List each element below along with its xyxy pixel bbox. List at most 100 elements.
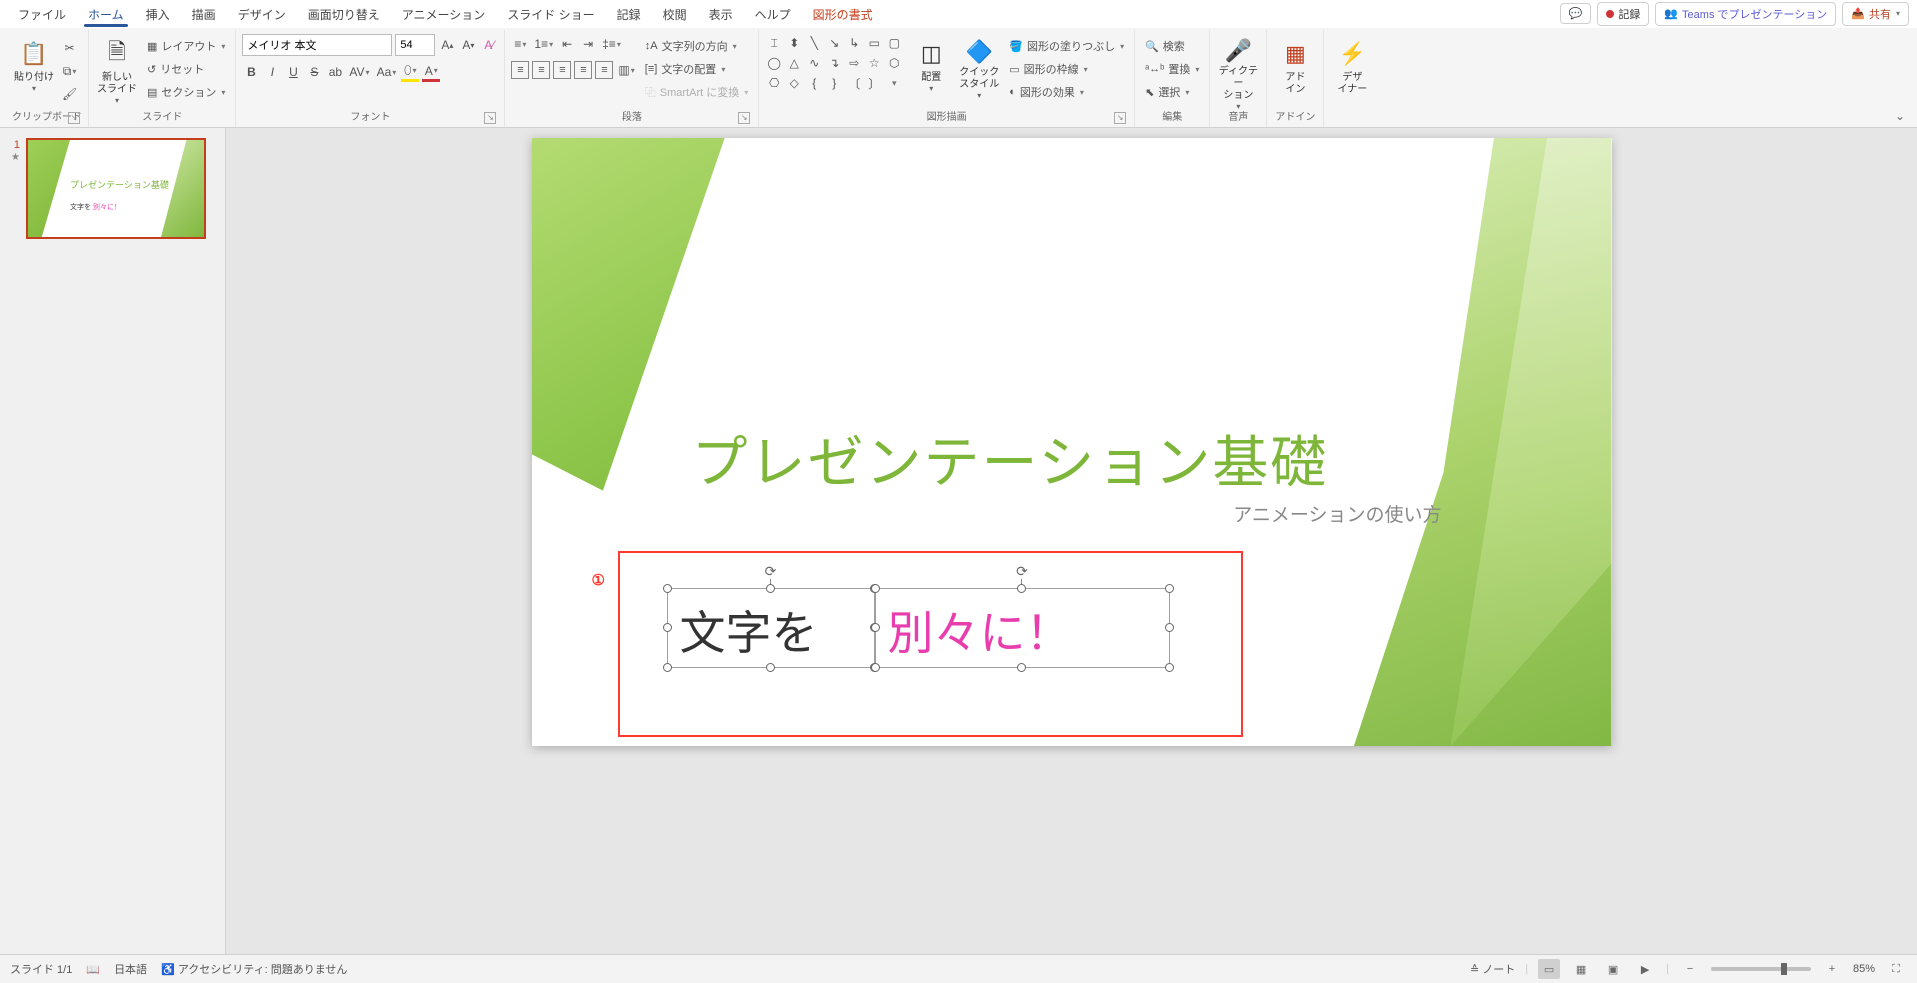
copy-button[interactable]: ⧉▾ (60, 61, 79, 81)
strike-button[interactable]: S (305, 62, 323, 82)
dictate-button[interactable]: 🎤 ディクテー ション ▾ (1216, 34, 1260, 104)
slide-subtitle[interactable]: アニメーションの使い方 (1233, 500, 1441, 527)
char-spacing-button[interactable]: AV▾ (347, 62, 371, 82)
shapes-gallery[interactable]: ⌶ ⬍ ╲ ↘ ↳ ▭ ▢ ◯ △ ∿ ↴ ⇨ ☆ ⬡ ⎔ ◇ { } 〔 〕 (765, 34, 905, 92)
shape-effects-button[interactable]: ◐図形の効果▾ (1005, 82, 1128, 102)
quick-styles-button[interactable]: 🔷 クイック スタイル ▾ (957, 34, 1001, 104)
slide-thumbnail-1[interactable]: プレゼンテーション基礎 文字を 別々に！ (26, 138, 206, 239)
spellcheck-icon[interactable]: 📖 (86, 963, 100, 976)
present-teams-button[interactable]: 👥Teams でプレゼンテーション (1655, 2, 1836, 26)
shape-callout1-icon[interactable]: ⎔ (765, 74, 783, 92)
record-button[interactable]: 記録 (1597, 2, 1649, 26)
shape-outline-button[interactable]: ▭図形の枠線▾ (1005, 59, 1128, 79)
zoom-slider[interactable] (1711, 967, 1811, 971)
tab-view[interactable]: 表示 (699, 1, 743, 27)
tab-home[interactable]: ホーム (78, 1, 134, 27)
resize-handle[interactable] (871, 584, 880, 593)
change-case-button[interactable]: Aa▾ (375, 62, 399, 82)
reset-button[interactable]: ↺リセット (143, 59, 229, 79)
notes-button[interactable]: ≙ ノート (1470, 961, 1515, 977)
shape-triangle-icon[interactable]: △ (785, 54, 803, 72)
zoom-level[interactable]: 85% (1853, 963, 1875, 975)
slide-title[interactable]: プレゼンテーション基礎 (692, 418, 1329, 499)
text-shape-1[interactable]: ⟳ 文字を (667, 588, 875, 668)
align-center-button[interactable]: ≡ (532, 61, 550, 79)
tab-review[interactable]: 校閲 (653, 1, 697, 27)
shadow-button[interactable]: ab (326, 62, 344, 82)
cut-button[interactable]: ✂ (60, 38, 79, 58)
normal-view-button[interactable]: ▭ (1538, 959, 1560, 979)
fit-to-window-button[interactable]: ⛶ (1885, 959, 1907, 979)
shape-textbox-icon[interactable]: ⌶ (765, 34, 783, 52)
arrange-button[interactable]: ◫ 配置 ▾ (909, 34, 953, 104)
tab-design[interactable]: デザイン (228, 1, 296, 27)
shape-paren2-icon[interactable]: 〕 (865, 74, 883, 92)
section-button[interactable]: ▤セクション▾ (143, 82, 229, 102)
shape-callout2-icon[interactable]: ◇ (785, 74, 803, 92)
italic-button[interactable]: I (263, 62, 281, 82)
shape-brace1-icon[interactable]: { (805, 74, 823, 92)
align-right-button[interactable]: ≡ (553, 61, 571, 79)
zoom-in-button[interactable]: + (1821, 959, 1843, 979)
indent-button[interactable]: ⇥ (579, 34, 597, 54)
slide[interactable]: プレゼンテーション基礎 アニメーションの使い方 ① ⟳ 文字を ⟳ 別々に！ (532, 138, 1612, 746)
find-button[interactable]: 🔍検索 (1141, 36, 1203, 56)
shape-hex-icon[interactable]: ⬡ (885, 54, 903, 72)
increase-font-button[interactable]: A▴ (438, 35, 456, 55)
shape-arrow-icon[interactable]: ⇨ (845, 54, 863, 72)
justify-button[interactable]: ≡ (574, 61, 592, 79)
underline-button[interactable]: U (284, 62, 302, 82)
drawing-dialog-launcher[interactable]: ↘ (1114, 112, 1126, 124)
tab-shape-format[interactable]: 図形の書式 (803, 1, 883, 27)
resize-handle[interactable] (1017, 663, 1026, 672)
resize-handle[interactable] (1165, 584, 1174, 593)
tab-insert[interactable]: 挿入 (136, 1, 180, 27)
tab-draw[interactable]: 描画 (182, 1, 226, 27)
text-align-v-button[interactable]: [≡]文字の配置▾ (641, 59, 752, 79)
font-dialog-launcher[interactable]: ↘ (484, 112, 496, 124)
slide-thumbnails-panel[interactable]: 1 ★ プレゼンテーション基礎 文字を 別々に！ (0, 128, 226, 954)
shape-vtext-icon[interactable]: ⬍ (785, 34, 803, 52)
comments-button[interactable]: 💬 (1560, 3, 1592, 24)
font-name-select[interactable] (242, 34, 392, 56)
accessibility-status[interactable]: ♿ アクセシビリティ: 問題ありません (161, 961, 347, 977)
designer-button[interactable]: ⚡ デザ イナー (1330, 34, 1374, 104)
outdent-button[interactable]: ⇤ (558, 34, 576, 54)
resize-handle[interactable] (663, 584, 672, 593)
tab-slideshow[interactable]: スライド ショー (497, 1, 604, 27)
columns-button[interactable]: ▥▾ (616, 60, 636, 80)
addins-button[interactable]: ▦ アド イン (1273, 34, 1317, 104)
paragraph-dialog-launcher[interactable]: ↘ (738, 112, 750, 124)
resize-handle[interactable] (871, 663, 880, 672)
align-left-button[interactable]: ≡ (511, 61, 529, 79)
shape-roundrect-icon[interactable]: ▢ (885, 34, 903, 52)
resize-handle[interactable] (766, 663, 775, 672)
text-direction-button[interactable]: ↕A文字列の方向▾ (641, 36, 752, 56)
shape-fill-button[interactable]: 🪣図形の塗りつぶし▾ (1005, 36, 1128, 56)
line-spacing-button[interactable]: ‡≡▾ (600, 34, 623, 54)
shape-brace2-icon[interactable]: } (825, 74, 843, 92)
shape-star-icon[interactable]: ☆ (865, 54, 883, 72)
rotate-handle[interactable]: ⟳ (1014, 563, 1030, 579)
resize-handle[interactable] (663, 623, 672, 632)
select-button[interactable]: ⬉選択▾ (1141, 82, 1203, 102)
shape-line-icon[interactable]: ╲ (805, 34, 823, 52)
bullets-button[interactable]: ≡▾ (511, 34, 529, 54)
format-painter-button[interactable]: 🖌 (60, 84, 79, 104)
resize-handle[interactable] (663, 663, 672, 672)
collapse-ribbon-button[interactable]: ⌄ (1889, 105, 1911, 127)
font-size-select[interactable] (395, 34, 435, 56)
shape-oval-icon[interactable]: ◯ (765, 54, 783, 72)
resize-handle[interactable] (1165, 623, 1174, 632)
replace-button[interactable]: ᵃ↔ᵇ置換▾ (1141, 59, 1203, 79)
highlight-button[interactable]: ⬯▾ (401, 62, 419, 82)
zoom-out-button[interactable]: − (1679, 959, 1701, 979)
status-language[interactable]: 日本語 (114, 961, 147, 977)
shape-rect-icon[interactable]: ▭ (865, 34, 883, 52)
decrease-font-button[interactable]: A▾ (459, 35, 477, 55)
slide-canvas-area[interactable]: プレゼンテーション基礎 アニメーションの使い方 ① ⟳ 文字を ⟳ 別々に！ (226, 128, 1917, 954)
bold-button[interactable]: B (242, 62, 260, 82)
rotate-handle[interactable]: ⟳ (763, 563, 779, 579)
numbering-button[interactable]: 1≡▾ (532, 34, 555, 54)
font-color-button[interactable]: A▾ (422, 62, 440, 82)
